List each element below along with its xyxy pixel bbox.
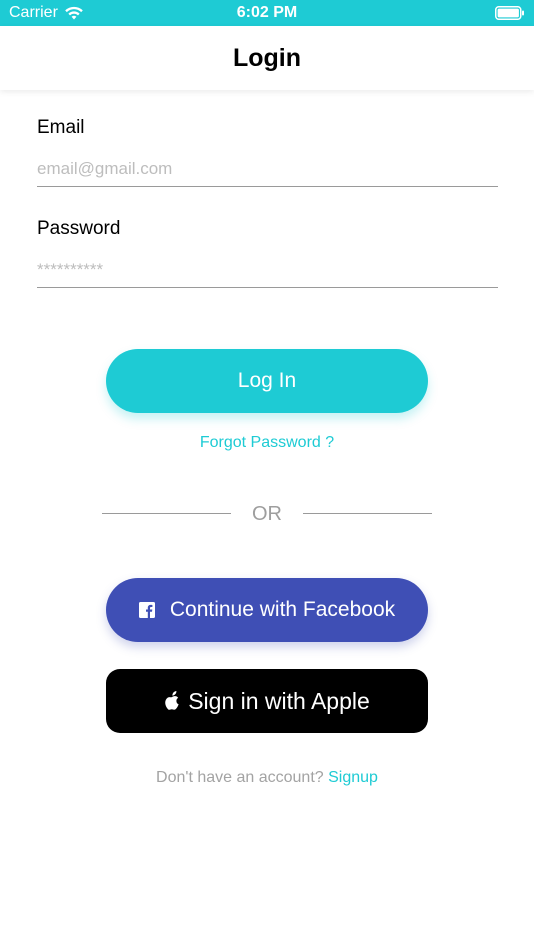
login-button[interactable]: Log In: [106, 349, 428, 413]
nav-bar: Login: [0, 26, 534, 90]
signup-link[interactable]: Signup: [328, 769, 378, 786]
password-label: Password: [37, 218, 121, 239]
facebook-icon: [138, 602, 155, 618]
email-field[interactable]: [37, 152, 498, 187]
facebook-button-label: Continue with Facebook: [169, 598, 396, 621]
facebook-login-button[interactable]: Continue with Facebook: [106, 578, 428, 642]
apple-button-label: Sign in with Apple: [188, 687, 370, 714]
signup-row: Don't have an account? Signup: [0, 767, 534, 789]
status-bar: Carrier 6:02 PM: [0, 0, 534, 26]
apple-icon: [165, 691, 179, 710]
battery-icon: [495, 6, 524, 20]
signup-prompt: Don't have an account?: [156, 769, 324, 786]
forgot-password-link[interactable]: Forgot Password ?: [0, 432, 534, 454]
apple-signin-button[interactable]: Sign in with Apple: [106, 669, 428, 733]
status-time: 6:02 PM: [236, 4, 298, 21]
password-field[interactable]: [37, 253, 498, 288]
or-label: OR: [252, 503, 282, 525]
email-label: Email: [37, 117, 85, 138]
divider-right: [303, 513, 432, 514]
login-button-label: Log In: [237, 369, 297, 392]
page-title: Login: [232, 44, 302, 72]
